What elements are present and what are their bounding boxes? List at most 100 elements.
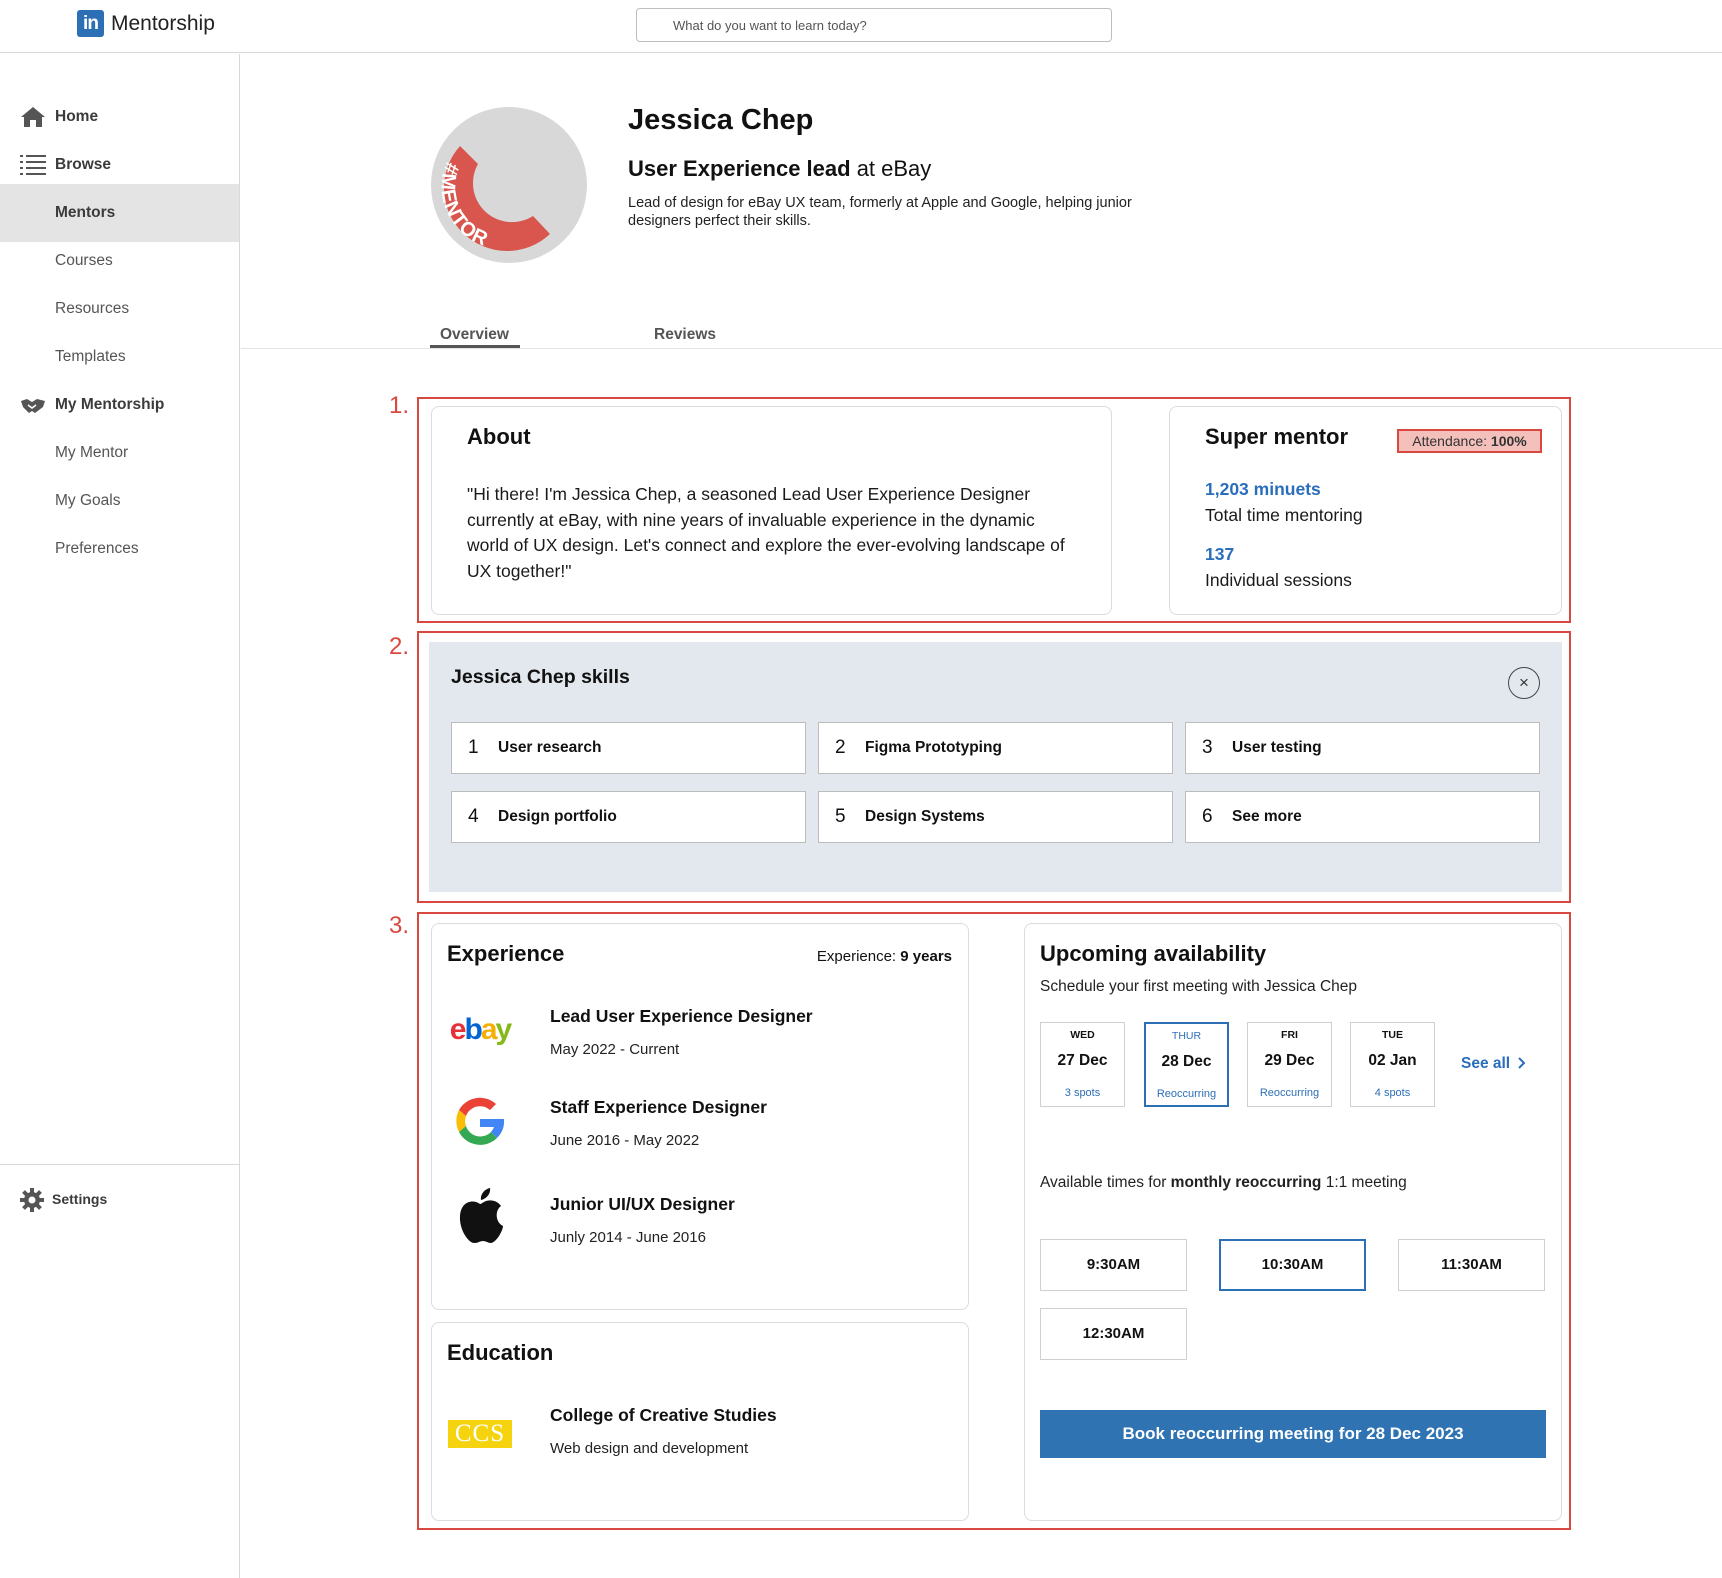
annotation-number-1: 1. xyxy=(389,392,410,419)
education-card: Education CCS College of Creative Studie… xyxy=(431,1322,969,1521)
sidebar-item-preferences[interactable]: Preferences xyxy=(0,525,239,573)
close-button[interactable]: × xyxy=(1508,667,1540,699)
top-bar: in Mentorship xyxy=(0,0,1722,53)
search-input[interactable] xyxy=(637,9,1111,41)
experience-years-label: Experience: xyxy=(816,948,901,965)
book-meeting-button[interactable]: Book reoccurring meeting for 28 Dec 2023 xyxy=(1040,1410,1546,1458)
day-weekday: FRI xyxy=(1281,1029,1298,1041)
see-all-label: See all xyxy=(1461,1055,1511,1072)
ccs-logo: CCS xyxy=(447,1404,513,1464)
school-name: College of Creative Studies xyxy=(550,1405,777,1425)
skill-number: 2 xyxy=(835,737,846,758)
tab-reviews[interactable]: Reviews xyxy=(654,326,716,344)
skill-number: 5 xyxy=(835,806,846,827)
skill-label: Figma Prototyping xyxy=(865,739,1002,756)
sidebar-item-label: Resources xyxy=(55,300,130,317)
sidebar: Home Browse Mentors Courses Resources Te… xyxy=(0,54,240,1578)
attendance-value: 100% xyxy=(1490,433,1527,449)
sidebar-item-templates[interactable]: Templates xyxy=(0,333,239,381)
skill-item[interactable]: 4 Design portfolio xyxy=(451,791,806,843)
skills-title: Jessica Chep skills xyxy=(451,666,630,688)
sidebar-item-courses[interactable]: Courses xyxy=(0,237,239,285)
skill-item[interactable]: 1 User research xyxy=(451,722,806,774)
handshake-icon xyxy=(21,399,45,413)
day-option[interactable]: FRI 29 Dec Reoccurring xyxy=(1247,1022,1332,1107)
day-note: Reoccurring xyxy=(1259,1087,1320,1099)
job-title: Staff Experience Designer xyxy=(550,1097,767,1117)
sidebar-item-label: Settings xyxy=(52,1191,108,1207)
job-dates: May 2022 - Current xyxy=(550,1041,680,1058)
available-times-label: Available times for monthly reoccurring … xyxy=(1040,1174,1407,1191)
sidebar-item-resources[interactable]: Resources xyxy=(0,285,239,333)
sidebar-item-my-mentorship[interactable]: My Mentorship xyxy=(0,381,239,429)
mentor-name: Jessica Chep xyxy=(628,104,814,136)
sidebar-item-settings[interactable]: Settings xyxy=(0,1175,239,1223)
sidebar-item-browse[interactable]: Browse xyxy=(0,141,239,189)
skill-number: 1 xyxy=(468,737,479,758)
sidebar-item-label: Home xyxy=(55,108,99,125)
sidebar-divider xyxy=(0,1164,239,1165)
day-option[interactable]: WED 27 Dec 3 spots xyxy=(1040,1022,1125,1107)
sidebar-item-home[interactable]: Home xyxy=(0,93,239,141)
time-slot[interactable]: 9:30AM xyxy=(1040,1239,1187,1291)
job-title: Lead User Experience Designer xyxy=(550,1006,813,1026)
home-icon xyxy=(21,107,45,127)
day-date: 02 Jan xyxy=(1368,1052,1417,1069)
sidebar-item-label: Preferences xyxy=(55,540,139,557)
sidebar-item-my-mentor[interactable]: My Mentor xyxy=(0,429,239,477)
availability-title: Upcoming availability xyxy=(1040,941,1267,966)
sidebar-item-label: My Mentorship xyxy=(55,396,165,413)
sidebar-item-label: Mentors xyxy=(55,204,116,221)
ebay-logo: ebay xyxy=(449,1013,512,1046)
google-logo xyxy=(447,1091,513,1151)
about-text: "Hi there! I'm Jessica Chep, a seasoned … xyxy=(467,484,1065,581)
day-option[interactable]: TUE 02 Jan 4 spots xyxy=(1350,1022,1435,1107)
time-slot[interactable]: 11:30AM xyxy=(1398,1239,1545,1291)
day-date: 28 Dec xyxy=(1161,1053,1212,1070)
time-slot[interactable]: 12:30AM xyxy=(1040,1308,1187,1360)
minutes-label: Total time mentoring xyxy=(1205,505,1363,525)
super-mentor-title: Super mentor xyxy=(1205,424,1349,449)
day-option-selected[interactable]: THUR 28 Dec Reoccurring xyxy=(1144,1022,1229,1107)
sidebar-item-label: Templates xyxy=(55,348,126,365)
sidebar-item-label: My Goals xyxy=(55,492,121,509)
skill-label: Design portfolio xyxy=(498,808,617,825)
tabs-divider xyxy=(241,348,1722,349)
day-date: 27 Dec xyxy=(1057,1052,1108,1069)
skill-number: 3 xyxy=(1202,737,1213,758)
gear-icon xyxy=(20,1188,44,1212)
brand[interactable]: in Mentorship xyxy=(77,10,215,37)
day-note: Reoccurring xyxy=(1156,1088,1217,1100)
time-slot-selected[interactable]: 10:30AM xyxy=(1219,1239,1366,1291)
day-weekday: THUR xyxy=(1171,1030,1202,1042)
availability-card: Upcoming availability Schedule your firs… xyxy=(1024,923,1562,1521)
experience-card: Experience Experience: 9 years ebay Lead… xyxy=(431,923,969,1310)
sidebar-item-mentors[interactable]: Mentors xyxy=(0,184,239,242)
attendance-badge: Attendance: 100% xyxy=(1397,429,1542,453)
experience-title: Experience xyxy=(447,941,565,966)
school-program: Web design and development xyxy=(550,1440,749,1457)
sidebar-item-label: Browse xyxy=(55,156,111,173)
linkedin-logo-icon: in xyxy=(77,10,104,37)
sessions-label: Individual sessions xyxy=(1205,570,1352,590)
see-more-skills-button[interactable]: 6 See more xyxy=(1185,791,1540,843)
skill-item[interactable]: 5 Design Systems xyxy=(818,791,1173,843)
skill-item[interactable]: 3 User testing xyxy=(1185,722,1540,774)
skill-number: 6 xyxy=(1202,806,1213,827)
skill-number: 4 xyxy=(468,806,479,827)
sidebar-item-my-goals[interactable]: My Goals xyxy=(0,477,239,525)
day-date: 29 Dec xyxy=(1264,1052,1315,1069)
skill-label: User testing xyxy=(1232,739,1322,756)
mentor-bio: Lead of design for eBay UX team, formerl… xyxy=(628,195,1132,229)
experience-years-value: 9 years xyxy=(900,948,952,965)
skill-label: See more xyxy=(1232,808,1302,825)
about-title: About xyxy=(467,424,531,449)
apple-logo xyxy=(447,1186,513,1246)
education-title: Education xyxy=(447,1340,554,1365)
see-all-link[interactable]: See all xyxy=(1461,1055,1527,1073)
search-box[interactable] xyxy=(636,8,1112,42)
annotation-number-3: 3. xyxy=(389,912,410,939)
tab-overview[interactable]: Overview xyxy=(440,326,509,344)
skill-item[interactable]: 2 Figma Prototyping xyxy=(818,722,1173,774)
minutes-value: 1,203 minuets xyxy=(1205,479,1321,499)
